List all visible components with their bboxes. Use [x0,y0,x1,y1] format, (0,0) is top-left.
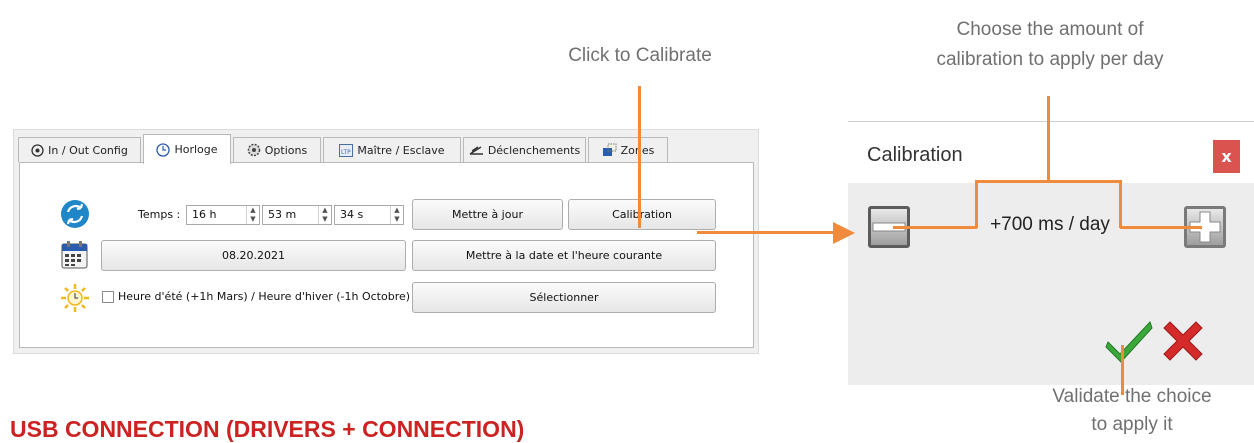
arrow-head-icon [833,222,855,244]
trigger-icon [469,146,483,155]
calendar-icon [61,241,88,269]
tab-label: Déclenchements [487,143,581,157]
hours-spinbox[interactable]: 16 h ▲ ▼ [186,205,260,225]
settings-icon [247,143,261,157]
tab-zones[interactable]: Zones [588,137,668,162]
tab-label: In / Out Config [48,143,128,157]
section-heading: USB CONNECTION (DRIVERS + CONNECTION) [10,416,525,442]
spin-arrows-icon[interactable]: ▲ ▼ [246,206,259,224]
dialog-title: Calibration [867,144,963,166]
svg-text:LTP: LTP [341,149,351,156]
tab-in-out-config[interactable]: In / Out Config [18,137,141,162]
confirm-check-icon[interactable] [1105,318,1153,364]
ltp-icon: LTP [339,143,354,157]
annotation-line-minus [893,226,977,229]
zones-icon [602,143,617,156]
seconds-value: 34 s [340,208,364,221]
dst-label: Heure d'été (+1h Mars) / Heure d'hiver (… [118,290,411,303]
minutes-spinbox[interactable]: 53 m ▲ ▼ [262,205,332,225]
tab-label: Maître / Esclave [357,143,445,157]
tab-declenchements[interactable]: Déclenchements [463,137,586,162]
annotation-line-calibrate [638,86,641,228]
hours-value: 16 h [192,208,217,221]
calibration-button[interactable]: Calibration [568,199,716,230]
annotation-click-calibrate: Click to Calibrate [568,45,712,66]
annotation-choose-amount-line2: calibration to apply per day [936,49,1164,70]
date-button[interactable]: 08.20.2021 [101,240,406,271]
tab-label: Horloge [174,143,218,156]
clock-icon [156,142,171,157]
update-button[interactable]: Mettre à jour [412,199,563,230]
refresh-icon[interactable] [60,199,90,229]
set-current-datetime-button[interactable]: Mettre à la date et l'heure courante [412,240,716,271]
annotation-bracket-left [975,180,978,228]
select-button[interactable]: Sélectionner [412,282,716,313]
minutes-value: 53 m [268,208,297,221]
annotation-arrow-line [697,231,835,234]
spin-arrows-icon[interactable]: ▲ ▼ [390,206,403,224]
tab-label: Options [264,143,308,157]
tab-horloge[interactable]: Horloge [143,134,231,164]
close-button[interactable]: x [1213,140,1240,173]
annotation-validate-line1: Validate the choice [1052,386,1212,407]
calibration-value: +700 ms / day [990,214,1110,235]
tab-options[interactable]: Options [233,137,321,162]
tab-maitre-esclave[interactable]: LTP Maître / Esclave [323,137,461,162]
dialog-top-border [848,121,1254,122]
annotation-line-choose [1047,96,1050,182]
cancel-cross-icon[interactable] [1160,318,1206,364]
annotation-bracket-right [1119,180,1122,228]
annotation-validate-line2: to apply it [1091,414,1173,435]
spin-arrows-icon[interactable]: ▲ ▼ [318,206,331,224]
sun-clock-icon [61,284,89,312]
dst-checkbox[interactable] [102,291,114,303]
seconds-spinbox[interactable]: 34 s ▲ ▼ [334,205,404,225]
annotation-bracket-top [975,180,1122,183]
time-label: Temps : [138,208,181,221]
annotation-choose-amount-line1: Choose the amount of [956,19,1144,40]
gear-circle-icon [31,143,44,157]
annotation-line-plus [1120,226,1202,229]
annotation-line-validate [1121,345,1124,395]
